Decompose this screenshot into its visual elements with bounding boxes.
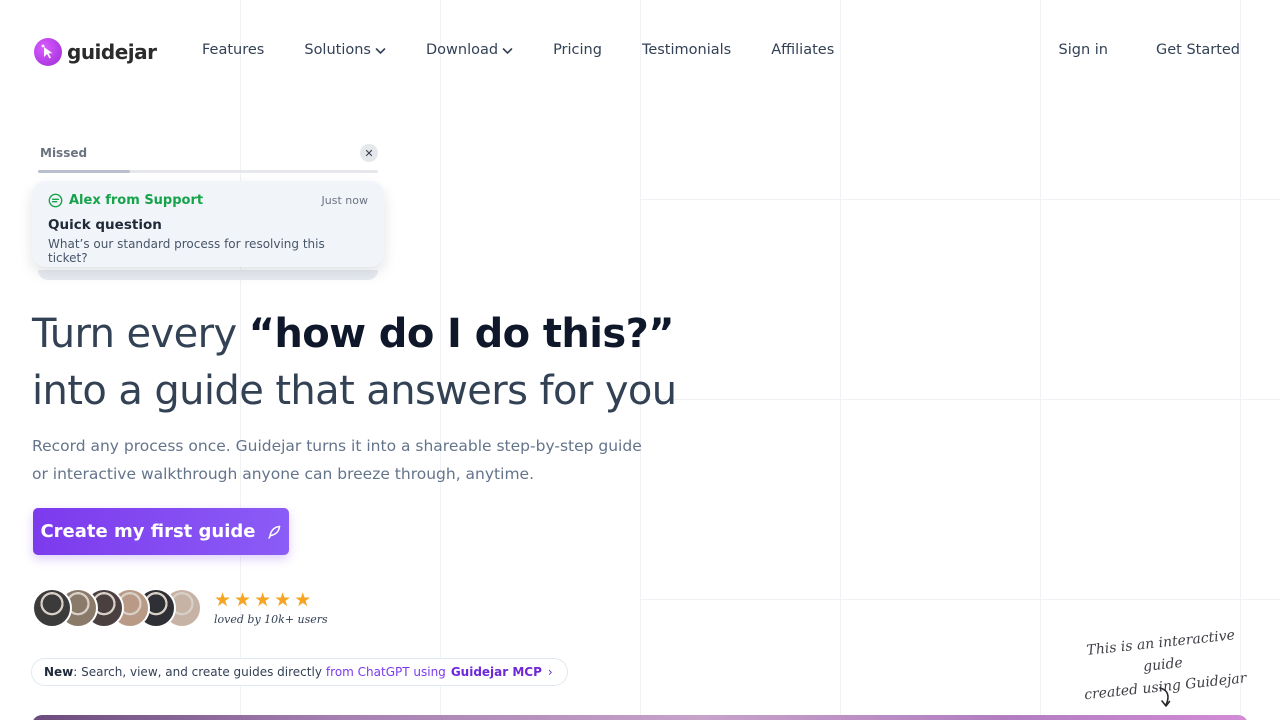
announcement-from-text: from ChatGPT using bbox=[325, 665, 446, 679]
notification-title: Quick question bbox=[48, 217, 162, 233]
nav-features[interactable]: Features bbox=[202, 42, 264, 58]
star-icon: ★ bbox=[274, 588, 292, 611]
hero-headline: Turn every “how do I do this?” into a gu… bbox=[32, 306, 677, 420]
missed-row: Missed ✕ bbox=[32, 140, 384, 166]
site-header: guidejar Features Solutions Download Pri… bbox=[0, 0, 1280, 102]
rating: ★ ★ ★ ★ ★ loved by 10k+ users bbox=[214, 588, 328, 626]
new-badge: New bbox=[44, 665, 74, 679]
close-icon[interactable]: ✕ bbox=[360, 144, 378, 162]
brand-name: guidejar bbox=[67, 40, 157, 64]
chat-bubble-icon bbox=[48, 193, 63, 208]
hero-line1-prefix: Turn every bbox=[32, 311, 249, 357]
get-started-link[interactable]: Get Started bbox=[1156, 42, 1240, 58]
notification-time: Just now bbox=[321, 194, 368, 207]
feather-icon bbox=[267, 525, 280, 539]
hero-paragraph: Record any process once. Guidejar turns … bbox=[32, 437, 642, 483]
notification-sender: Alex from Support bbox=[48, 193, 203, 208]
notification-progress-fill bbox=[38, 170, 130, 173]
hero-line2: into a guide that answers for you bbox=[32, 368, 677, 414]
curved-arrow-icon bbox=[1159, 687, 1171, 707]
star-icon: ★ bbox=[234, 588, 252, 611]
create-first-guide-button[interactable]: Create my first guide bbox=[33, 508, 289, 555]
cursor-logo-icon bbox=[34, 38, 62, 66]
loved-by-text: loved by 10k+ users bbox=[214, 612, 328, 626]
hero-section: Turn every “how do I do this?” into a gu… bbox=[32, 306, 677, 488]
notification-widget: Missed ✕ Alex from Support Just now Quic… bbox=[32, 140, 384, 280]
social-proof: ★ ★ ★ ★ ★ loved by 10k+ users bbox=[32, 588, 328, 628]
notification-stack-shadow bbox=[38, 270, 378, 280]
star-rating: ★ ★ ★ ★ ★ bbox=[214, 588, 328, 611]
sign-in-link[interactable]: Sign in bbox=[1059, 42, 1108, 58]
nav-testimonials[interactable]: Testimonials bbox=[642, 42, 731, 58]
nav-pricing-label: Pricing bbox=[553, 42, 602, 58]
missed-label: Missed bbox=[40, 146, 88, 160]
nav-features-label: Features bbox=[202, 42, 265, 58]
avatar bbox=[32, 588, 72, 628]
chevron-down-icon bbox=[375, 48, 386, 55]
chevron-right-icon: › bbox=[547, 665, 553, 679]
brand-logo[interactable]: guidejar bbox=[34, 38, 157, 66]
star-icon: ★ bbox=[214, 588, 232, 611]
cta-label: Create my first guide bbox=[40, 521, 256, 542]
hero-line1-emphasis: “how do I do this?” bbox=[248, 311, 675, 357]
nav-solutions-label: Solutions bbox=[304, 42, 371, 58]
user-avatars bbox=[32, 588, 202, 628]
notification-card[interactable]: Alex from Support Just now Quick questio… bbox=[32, 181, 384, 267]
nav-download[interactable]: Download bbox=[426, 42, 513, 58]
guidejar-mcp-link[interactable]: Guidejar MCP bbox=[451, 665, 542, 679]
announcement-text: : Search, view, and create guides direct… bbox=[73, 665, 322, 679]
product-preview-edge bbox=[32, 715, 1248, 720]
notification-progress-track bbox=[38, 170, 378, 173]
nav-solutions[interactable]: Solutions bbox=[304, 42, 386, 58]
main-nav: Features Solutions Download Pricing Test… bbox=[202, 42, 874, 58]
nav-testimonials-label: Testimonials bbox=[641, 42, 732, 58]
nav-affiliates[interactable]: Affiliates bbox=[771, 42, 834, 58]
auth-links: Sign in Get Started bbox=[1059, 42, 1240, 58]
notification-sender-name: Alex from Support bbox=[69, 193, 204, 208]
nav-download-label: Download bbox=[425, 42, 499, 58]
nav-affiliates-label: Affiliates bbox=[771, 42, 835, 58]
nav-pricing[interactable]: Pricing bbox=[553, 42, 602, 58]
star-icon: ★ bbox=[294, 588, 312, 611]
chevron-down-icon bbox=[502, 48, 513, 55]
announcement-pill[interactable]: New : Search, view, and create guides di… bbox=[31, 658, 568, 686]
star-icon: ★ bbox=[254, 588, 272, 611]
notification-body: What’s our standard process for resolvin… bbox=[48, 237, 325, 265]
